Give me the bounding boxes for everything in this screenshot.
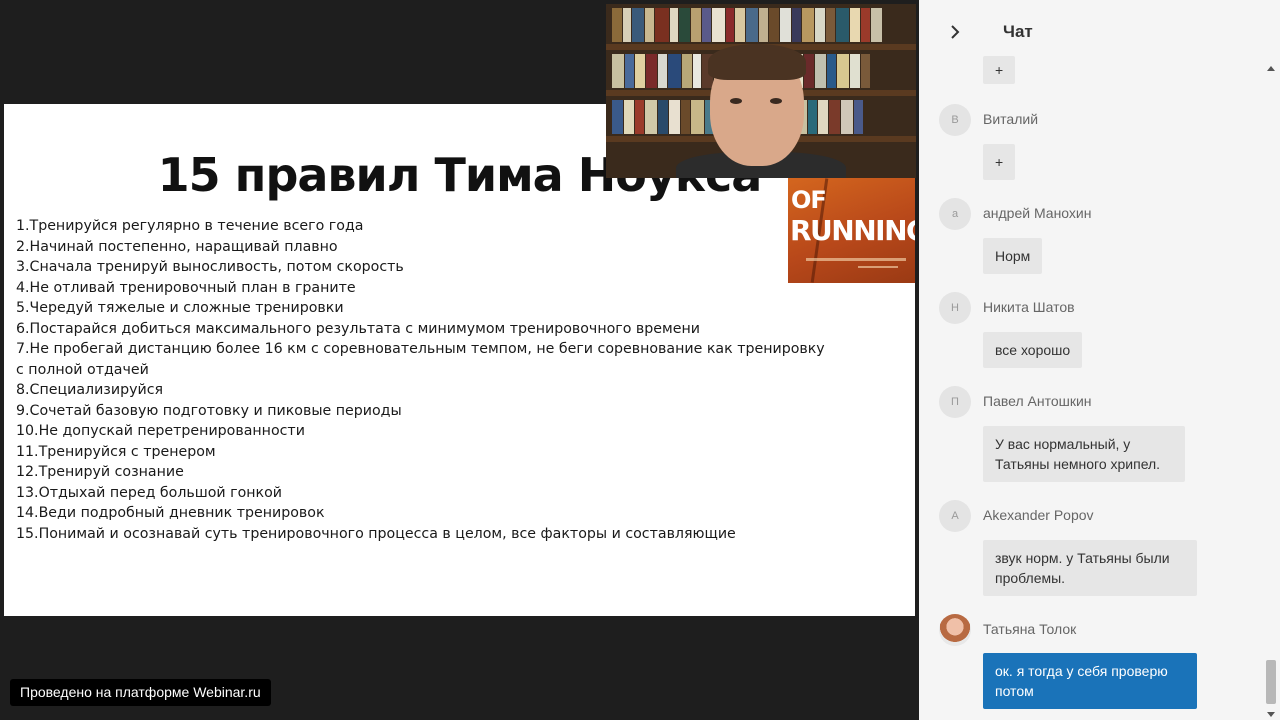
book-cover-title-line2: RUNNING	[790, 214, 915, 247]
rule-item: 11.Тренируйся с тренером	[16, 443, 216, 460]
book-cover-image: OF RUNNING	[788, 178, 915, 283]
collapse-chat-chevron-icon[interactable]	[945, 22, 965, 42]
message-bubble: все хорошо	[983, 332, 1083, 368]
user-avatar: В	[939, 104, 971, 136]
rule-item: 6.Постарайся добиться максимального резу…	[16, 320, 700, 337]
message-bubble: +	[983, 56, 1016, 84]
rule-item: 8.Специализируйся	[16, 382, 164, 398]
rule-item: 2.Начинай постепенно, наращивай плавно	[16, 238, 338, 255]
rule-item: 4.Не отливай тренировочный план в гранит…	[16, 279, 356, 296]
presentation-slide: 15 правил Тима Ноукса 1.Тренируйся регул…	[4, 104, 915, 616]
rule-item: 15.Понимай и осознавай суть тренировочно…	[16, 525, 736, 542]
chat-title: Чат	[1003, 22, 1033, 41]
user-avatar: а	[939, 198, 971, 230]
message-bubble: У вас нормальный, у Татьяны немного хрип…	[983, 426, 1185, 482]
rule-item: 9.Сочетай базовую подготовку и пиковые п…	[16, 402, 402, 419]
message-bubble: ок. я тогда у себя проверю потом	[983, 653, 1197, 709]
scroll-up-arrow-icon[interactable]	[1267, 66, 1275, 71]
chat-panel: Чат + В Виталий + а андрей Манохин Норм …	[919, 0, 1280, 720]
rule-item: 7.Не пробегай дистанцию более 16 км с со…	[16, 341, 825, 378]
rule-item: 12.Тренируй сознание	[16, 464, 184, 480]
rule-item: 1.Тренируйся регулярно в течение всего г…	[16, 218, 364, 234]
presenter-webcam-video[interactable]	[606, 4, 916, 178]
rule-item: 14.Веди подробный дневник тренировок	[16, 505, 325, 521]
presentation-stage: 15 правил Тима Ноукса 1.Тренируйся регул…	[0, 0, 919, 720]
scrollbar-thumb[interactable]	[1266, 660, 1276, 704]
message-bubble: +	[983, 144, 1016, 180]
message-bubble: звук норм. у Татьяны были проблемы.	[983, 540, 1197, 596]
message-author: андрей Манохин	[983, 205, 1092, 221]
book-cover-title-line1: OF	[791, 186, 827, 214]
platform-badge[interactable]: Проведено на платформе Webinar.ru	[10, 679, 271, 706]
user-avatar: A	[939, 500, 971, 532]
rule-item: 10.Не допускай перетренированности	[16, 423, 305, 439]
message-author: Павел Антошкин	[983, 393, 1092, 409]
message-bubble: Норм	[983, 238, 1043, 274]
user-avatar	[939, 614, 971, 646]
user-avatar: Н	[939, 292, 971, 324]
user-avatar: П	[939, 386, 971, 418]
message-author: Akexander Popov	[983, 507, 1094, 523]
rule-item: 13.Отдыхай перед большой гонкой	[16, 484, 283, 501]
rule-item: 3.Сначала тренируй выносливость, потом с…	[16, 259, 404, 275]
chat-scrollbar[interactable]	[1265, 66, 1277, 720]
rule-item: 5.Чередуй тяжелые и сложные тренировки	[16, 300, 344, 316]
chat-header: Чат	[919, 0, 1280, 64]
message-author: Виталий	[983, 111, 1039, 127]
chat-message-list[interactable]: + В Виталий + а андрей Манохин Норм Н Ни…	[919, 56, 1264, 720]
rules-list: 1.Тренируйся регулярно в течение всего г…	[16, 216, 836, 544]
message-author: Никита Шатов	[983, 299, 1075, 315]
scroll-down-arrow-icon[interactable]	[1267, 712, 1275, 717]
message-author: Татьяна Толок	[983, 621, 1077, 637]
